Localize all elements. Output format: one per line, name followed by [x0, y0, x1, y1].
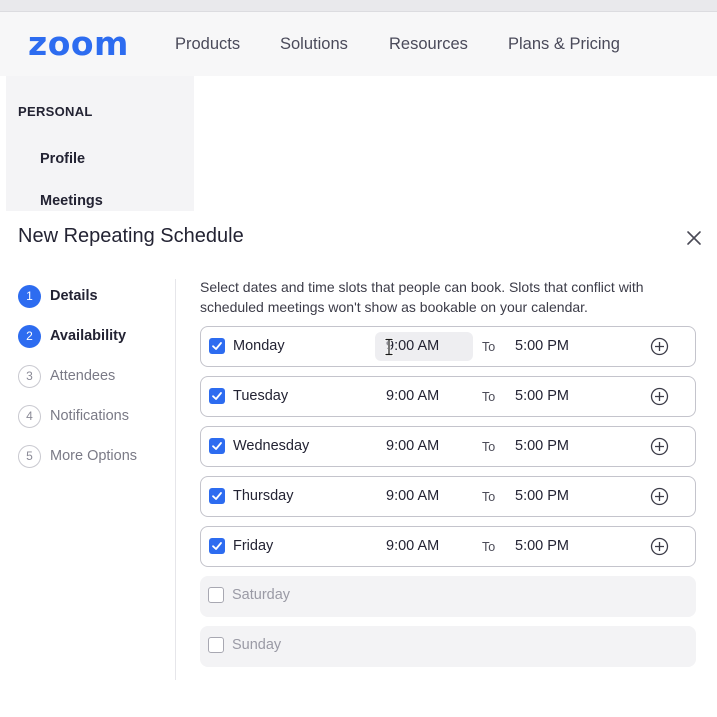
day-checkbox[interactable] — [209, 338, 225, 354]
step-number: 2 — [18, 324, 41, 348]
step-number: 1 — [18, 284, 41, 308]
nav-products[interactable]: Products — [175, 35, 240, 54]
day-checkbox[interactable] — [208, 637, 224, 653]
nav-resources[interactable]: Resources — [389, 35, 468, 54]
step-more-options[interactable]: 5 More Options — [18, 444, 137, 468]
end-time-select[interactable]: 5:00 PM — [515, 382, 615, 411]
sidebar-background — [6, 76, 194, 211]
day-label: Monday — [233, 338, 285, 354]
to-label: To — [482, 540, 496, 554]
to-label: To — [482, 390, 496, 404]
day-label: Sunday — [232, 637, 282, 653]
step-label: Attendees — [50, 368, 116, 384]
plus-circle-icon — [650, 337, 669, 356]
sidebar-item-profile[interactable]: Profile — [40, 151, 85, 167]
steps-divider — [175, 279, 176, 680]
add-time-slot-button[interactable] — [650, 337, 669, 356]
to-label: To — [482, 340, 496, 354]
step-attendees[interactable]: 3 Attendees — [18, 364, 115, 388]
step-label: Details — [50, 288, 98, 304]
start-time-select[interactable]: 9:00 AM — [375, 482, 473, 511]
availability-instructions: Select dates and time slots that people … — [200, 279, 644, 315]
day-row-wednesday: Wednesday 9:00 AM To 5:00 PM — [200, 426, 696, 467]
step-notifications[interactable]: 4 Notifications — [18, 404, 129, 428]
day-row-saturday: Saturday — [200, 576, 696, 617]
new-repeating-schedule-dialog: New Repeating Schedule 1 Details 2 Avail… — [0, 211, 717, 680]
dialog-title: New Repeating Schedule — [18, 225, 244, 247]
end-time-select[interactable]: 5:00 PM — [515, 482, 615, 511]
checkmark-icon — [212, 542, 222, 550]
day-row-monday: Monday 9:00 AM To 5:00 PM — [200, 326, 696, 367]
step-label: Notifications — [50, 408, 129, 424]
start-time-select[interactable]: 9:00 AM — [375, 382, 473, 411]
plus-circle-icon — [650, 437, 669, 456]
step-availability[interactable]: 2 Availability — [18, 324, 126, 348]
start-time-select[interactable]: 9:00 AM — [375, 532, 473, 561]
day-label: Thursday — [233, 488, 294, 504]
sidebar-heading-personal: PERSONAL — [18, 104, 93, 119]
end-time-select[interactable]: 5:00 PM — [515, 532, 615, 561]
close-button[interactable] — [684, 228, 704, 248]
start-time-select[interactable]: 9:00 AM — [375, 432, 473, 461]
plus-circle-icon — [650, 387, 669, 406]
nav-solutions[interactable]: Solutions — [280, 35, 348, 54]
checkmark-icon — [212, 392, 222, 400]
day-checkbox[interactable] — [209, 488, 225, 504]
start-time-select[interactable]: 9:00 AM — [375, 332, 473, 361]
day-row-sunday: Sunday — [200, 626, 696, 667]
day-label: Saturday — [232, 587, 291, 603]
day-checkbox[interactable] — [208, 587, 224, 603]
top-navbar: zoom Products Solutions Resources Plans … — [0, 12, 717, 76]
end-time-select[interactable]: 5:00 PM — [515, 432, 615, 461]
browser-top-strip — [0, 0, 717, 12]
step-label: More Options — [50, 448, 138, 464]
add-time-slot-button[interactable] — [650, 387, 669, 406]
to-label: To — [482, 440, 496, 454]
day-checkbox[interactable] — [209, 438, 225, 454]
step-number: 3 — [18, 364, 41, 388]
checkmark-icon — [212, 442, 222, 450]
sidebar-item-meetings[interactable]: Meetings — [40, 193, 103, 209]
checkmark-icon — [212, 492, 222, 500]
step-details[interactable]: 1 Details — [18, 284, 98, 308]
close-icon — [687, 231, 701, 245]
nav-plans-pricing[interactable]: Plans & Pricing — [508, 35, 620, 54]
checkmark-icon — [212, 342, 222, 350]
plus-circle-icon — [650, 487, 669, 506]
step-number: 5 — [18, 444, 41, 468]
to-label: To — [482, 490, 496, 504]
add-time-slot-button[interactable] — [650, 487, 669, 506]
day-checkbox[interactable] — [209, 388, 225, 404]
day-checkbox[interactable] — [209, 538, 225, 554]
zoom-logo[interactable]: zoom — [28, 24, 129, 63]
day-label: Friday — [233, 538, 274, 554]
add-time-slot-button[interactable] — [650, 437, 669, 456]
day-row-thursday: Thursday 9:00 AM To 5:00 PM — [200, 476, 696, 517]
end-time-select[interactable]: 5:00 PM — [515, 332, 615, 361]
step-label: Availability — [50, 328, 127, 344]
day-row-tuesday: Tuesday 9:00 AM To 5:00 PM — [200, 376, 696, 417]
plus-circle-icon — [650, 537, 669, 556]
day-row-friday: Friday 9:00 AM To 5:00 PM — [200, 526, 696, 567]
add-time-slot-button[interactable] — [650, 537, 669, 556]
day-label: Wednesday — [233, 438, 310, 454]
day-label: Tuesday — [233, 388, 289, 404]
step-number: 4 — [18, 404, 41, 428]
